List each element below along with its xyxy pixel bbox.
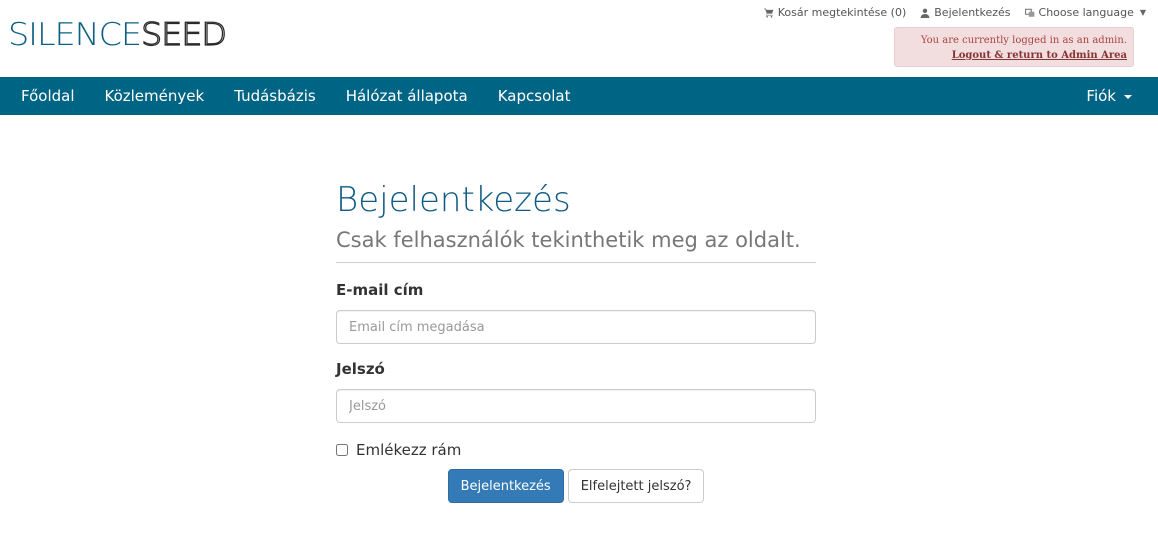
email-input[interactable] [336,310,816,344]
login-link-label: Bejelentkezés [934,6,1011,19]
logout-admin-link[interactable]: Logout & return to Admin Area [895,48,1127,63]
page-subtitle: Csak felhasználók tekinthetik meg az old… [336,222,816,263]
logo-text-silence: SILENCE [8,17,142,53]
nav-account-label: Fiók [1086,87,1116,105]
admin-alert-message: You are currently logged in as an admin. [920,35,1127,46]
logo-text-seed: SEED [140,17,227,53]
language-chooser-label: Choose language [1038,6,1134,19]
login-panel: Bejelentkezés Csak felhasználók tekinthe… [336,178,816,503]
nav-item-home[interactable]: Főoldal [0,77,90,115]
password-input[interactable] [336,389,816,423]
main-navbar: Főoldal Közlemények Tudásbázis Hálózat á… [0,77,1158,115]
cart-icon [763,8,774,18]
chevron-down-icon: ▼ [1139,8,1146,17]
language-chooser[interactable]: Choose language ▼ [1024,6,1146,19]
page-title: Bejelentkezés [336,180,571,220]
caret-down-icon [1124,94,1132,99]
nav-item-contact[interactable]: Kapcsolat [483,77,586,115]
admin-alert: You are currently logged in as an admin.… [894,27,1134,67]
site-logo[interactable]: SILENCESEED [8,17,228,53]
view-cart-link[interactable]: Kosár megtekintése (0) [763,6,907,19]
remember-me[interactable]: Emlékezz rám [336,441,816,459]
nav-item-announcements[interactable]: Közlemények [90,77,220,115]
remember-me-checkbox[interactable] [336,444,348,456]
nav-account-dropdown[interactable]: Fiók [1071,77,1158,115]
login-link[interactable]: Bejelentkezés [920,6,1011,19]
view-cart-label: Kosár megtekintése (0) [777,6,907,19]
user-icon [920,8,930,18]
remember-me-label: Emlékezz rám [356,441,462,459]
forgot-password-button[interactable]: Elfelejtett jelszó? [567,469,705,503]
nav-item-knowledgebase[interactable]: Tudásbázis [219,77,331,115]
password-label: Jelszó [336,360,385,378]
language-icon [1024,8,1034,17]
login-button[interactable]: Bejelentkezés [447,469,564,503]
email-label: E-mail cím [336,281,424,299]
top-links: Kosár megtekintése (0) Bejelentkezés Cho… [763,6,1146,19]
nav-item-network-status[interactable]: Hálózat állapota [331,77,483,115]
form-buttons: Bejelentkezés Elfelejtett jelszó? [336,469,816,503]
